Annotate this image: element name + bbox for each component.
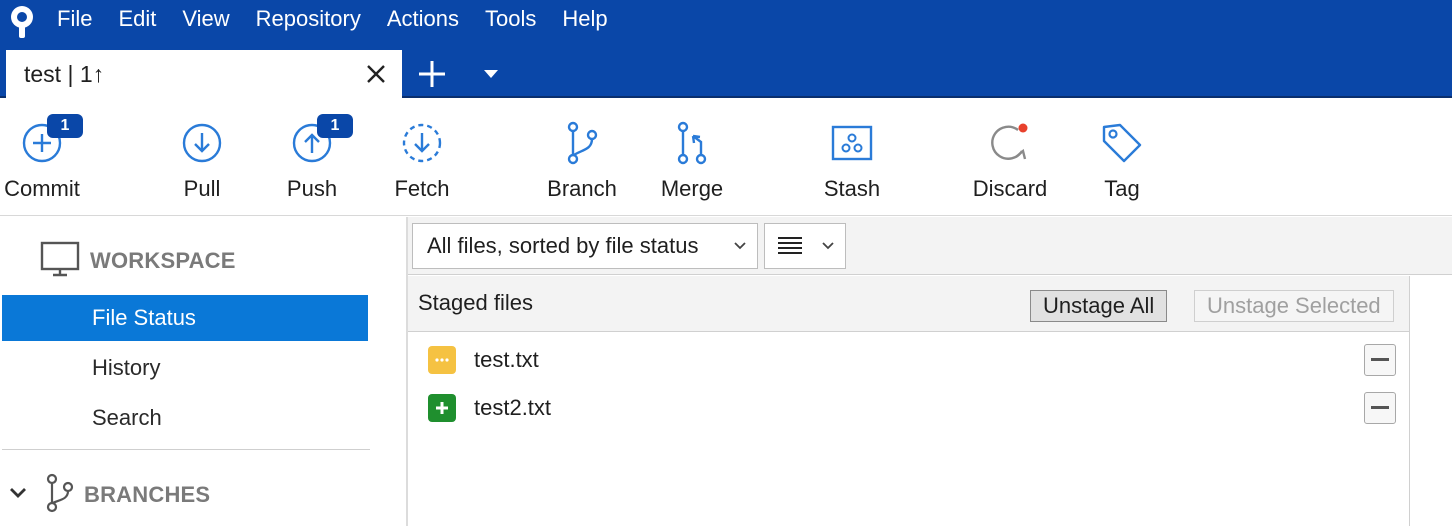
sidebar: WORKSPACE File Status History Search BRA… bbox=[0, 217, 400, 526]
stash-button[interactable]: Stash bbox=[802, 98, 902, 216]
stash-label: Stash bbox=[823, 176, 881, 201]
discard-icon bbox=[985, 118, 1035, 168]
unstage-all-button[interactable]: Unstage All bbox=[1030, 290, 1168, 322]
branch-label: Branch bbox=[547, 176, 617, 201]
sidebar-divider bbox=[2, 449, 370, 450]
tab-bar: test | 1↑ bbox=[0, 44, 1452, 98]
merge-button[interactable]: Merge bbox=[642, 98, 742, 216]
tag-icon bbox=[1097, 118, 1147, 168]
toolbar: 1 Commit Pull 1 Push Fetch Branch Merge bbox=[0, 98, 1452, 216]
sourcetree-logo-icon bbox=[0, 0, 44, 44]
chevron-down-icon[interactable] bbox=[8, 486, 28, 505]
close-icon[interactable] bbox=[356, 54, 396, 94]
push-button[interactable]: 1 Push bbox=[262, 98, 362, 216]
pull-button[interactable]: Pull bbox=[152, 98, 252, 216]
tag-button[interactable]: Tag bbox=[1072, 98, 1172, 216]
push-icon: 1 bbox=[287, 114, 353, 168]
commit-label: Commit bbox=[4, 176, 80, 201]
list-item[interactable]: test2.txt bbox=[408, 384, 1410, 432]
staged-files-panel: Staged files Unstage All Unstage Selecte… bbox=[408, 276, 1410, 526]
sidebar-item-history[interactable]: History bbox=[2, 345, 368, 391]
merge-label: Merge bbox=[660, 176, 724, 201]
menu-repository[interactable]: Repository bbox=[243, 0, 374, 44]
fetch-label: Fetch bbox=[394, 176, 450, 201]
menu-actions[interactable]: Actions bbox=[374, 0, 472, 44]
fetch-button[interactable]: Fetch bbox=[372, 98, 472, 216]
pull-label: Pull bbox=[183, 176, 221, 201]
file-name: test.txt bbox=[474, 347, 539, 372]
workspace-header[interactable]: WORKSPACE bbox=[40, 239, 236, 283]
branches-header[interactable]: BRANCHES bbox=[8, 473, 210, 517]
tab-label: test | 1↑ bbox=[24, 60, 105, 87]
menu-tools[interactable]: Tools bbox=[472, 0, 549, 44]
added-icon bbox=[428, 394, 456, 422]
branches-title: BRANCHES bbox=[84, 482, 211, 507]
discard-label: Discard bbox=[972, 176, 1048, 201]
menu-view[interactable]: View bbox=[169, 0, 242, 44]
staged-files-title: Staged files bbox=[418, 290, 533, 315]
monitor-icon bbox=[40, 241, 80, 282]
workspace-title: WORKSPACE bbox=[90, 248, 236, 273]
unstage-file-button[interactable] bbox=[1364, 344, 1396, 376]
commit-badge: 1 bbox=[47, 114, 83, 138]
branch-icon bbox=[44, 473, 74, 518]
unstage-file-button[interactable] bbox=[1364, 392, 1396, 424]
menu-help[interactable]: Help bbox=[549, 0, 620, 44]
staged-files-header: Staged files Unstage All Unstage Selecte… bbox=[408, 276, 1409, 332]
stash-icon bbox=[827, 118, 877, 168]
file-name: test2.txt bbox=[474, 395, 552, 420]
push-badge: 1 bbox=[317, 114, 353, 138]
pull-icon bbox=[177, 118, 227, 168]
view-mode-dropdown[interactable] bbox=[764, 223, 846, 269]
push-label: Push bbox=[286, 176, 338, 201]
branch-icon bbox=[557, 118, 607, 168]
sidebar-item-file-status[interactable]: File Status bbox=[2, 295, 368, 341]
chevron-down-icon bbox=[821, 241, 835, 251]
unstage-selected-button[interactable]: Unstage Selected bbox=[1194, 290, 1394, 322]
discard-button[interactable]: Discard bbox=[960, 98, 1060, 216]
modified-icon bbox=[428, 346, 456, 374]
commit-button[interactable]: 1 Commit bbox=[0, 98, 92, 216]
list-icon bbox=[777, 235, 821, 257]
tab-repository[interactable]: test | 1↑ bbox=[6, 50, 402, 98]
menu-bar: File Edit View Repository Actions Tools … bbox=[0, 0, 1452, 44]
list-item[interactable]: test.txt bbox=[408, 336, 1410, 384]
chevron-down-icon[interactable] bbox=[474, 54, 508, 94]
add-tab-icon[interactable] bbox=[412, 54, 452, 94]
branch-button[interactable]: Branch bbox=[532, 98, 632, 216]
chevron-down-icon bbox=[733, 241, 747, 251]
sidebar-item-search[interactable]: Search bbox=[2, 395, 368, 441]
fetch-icon bbox=[397, 118, 447, 168]
tag-label: Tag bbox=[1104, 176, 1140, 201]
filter-bar: All files, sorted by file status bbox=[408, 217, 1452, 275]
file-filter-dropdown[interactable]: All files, sorted by file status bbox=[412, 223, 758, 269]
merge-icon bbox=[667, 118, 717, 168]
menu-file[interactable]: File bbox=[44, 0, 105, 44]
file-filter-value: All files, sorted by file status bbox=[427, 233, 699, 258]
commit-icon: 1 bbox=[17, 114, 83, 168]
menu-edit[interactable]: Edit bbox=[105, 0, 169, 44]
